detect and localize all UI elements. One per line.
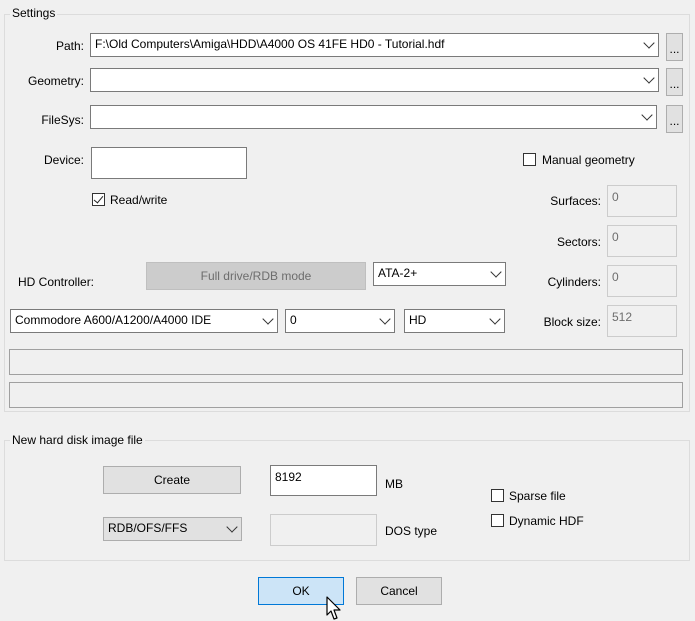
ata-combo[interactable]: ATA-2+ (373, 262, 506, 286)
new-image-group-title: New hard disk image file (10, 433, 145, 447)
path-value: F:\Old Computers\Amiga\HDD\A4000 OS 41FE… (95, 37, 445, 51)
cancel-button[interactable]: Cancel (356, 577, 442, 605)
chevron-down-icon (643, 72, 655, 84)
mouse-cursor-icon (326, 596, 341, 620)
format-combo[interactable]: RDB/OFS/FFS (103, 517, 242, 541)
chevron-down-icon (379, 313, 391, 325)
unit-combo[interactable]: 0 (285, 309, 395, 333)
filesys-combo[interactable] (90, 105, 657, 129)
block-size-input[interactable]: 512 (607, 305, 677, 337)
sectors-input[interactable]: 0 (607, 225, 677, 257)
dynamic-hdf-checkbox[interactable] (491, 514, 504, 527)
controller-combo[interactable]: Commodore A600/A1200/A4000 IDE (10, 309, 278, 333)
chevron-down-icon (490, 266, 502, 278)
dostype-label: DOS type (385, 524, 438, 538)
size-input[interactable]: 8192 (270, 465, 377, 496)
path-combo[interactable]: F:\Old Computers\Amiga\HDD\A4000 OS 41FE… (90, 33, 659, 57)
type-value: HD (409, 313, 427, 327)
cylinders-input[interactable]: 0 (607, 265, 677, 297)
read-write-label: Read/write (110, 193, 168, 207)
geometry-label: Geometry: (27, 74, 84, 88)
dynamic-hdf-label: Dynamic HDF (509, 514, 584, 528)
sectors-label: Sectors: (556, 235, 601, 249)
info-bar-1 (9, 349, 683, 375)
geometry-combo[interactable] (90, 68, 659, 92)
create-button[interactable]: Create (103, 466, 241, 494)
manual-geometry-checkbox[interactable] (523, 153, 536, 166)
surfaces-input[interactable]: 0 (607, 185, 677, 217)
read-write-checkbox[interactable] (92, 193, 105, 206)
sparse-file-checkbox[interactable] (491, 489, 504, 502)
ata-value: ATA-2+ (378, 266, 418, 280)
cylinders-label: Cylinders: (547, 275, 601, 289)
type-combo[interactable]: HD (404, 309, 505, 333)
settings-group-title: Settings (10, 6, 58, 20)
chevron-down-icon (262, 313, 274, 325)
chevron-down-icon (226, 521, 238, 533)
filesys-label: FileSys: (41, 113, 84, 127)
chevron-down-icon (641, 109, 653, 121)
dostype-input[interactable] (270, 514, 377, 546)
device-input[interactable] (91, 147, 247, 179)
surfaces-label: Surfaces: (550, 194, 601, 208)
controller-value: Commodore A600/A1200/A4000 IDE (15, 313, 212, 327)
manual-geometry-label: Manual geometry (542, 153, 635, 167)
hd-controller-label: HD Controller: (18, 275, 95, 289)
info-bar-2 (9, 382, 683, 408)
full-drive-button[interactable]: Full drive/RDB mode (146, 262, 366, 290)
path-label: Path: (55, 39, 84, 53)
chevron-down-icon (643, 37, 655, 49)
geometry-browse-button[interactable]: ... (666, 68, 683, 96)
filesys-browse-button[interactable]: ... (666, 105, 683, 133)
block-size-label: Block size: (543, 315, 601, 329)
format-value: RDB/OFS/FFS (108, 521, 188, 535)
device-label: Device: (43, 153, 84, 167)
chevron-down-icon (489, 313, 501, 325)
unit-value: 0 (290, 313, 297, 327)
size-unit-label: MB (385, 477, 403, 491)
path-browse-button[interactable]: ... (666, 33, 683, 61)
sparse-file-label: Sparse file (509, 489, 566, 503)
